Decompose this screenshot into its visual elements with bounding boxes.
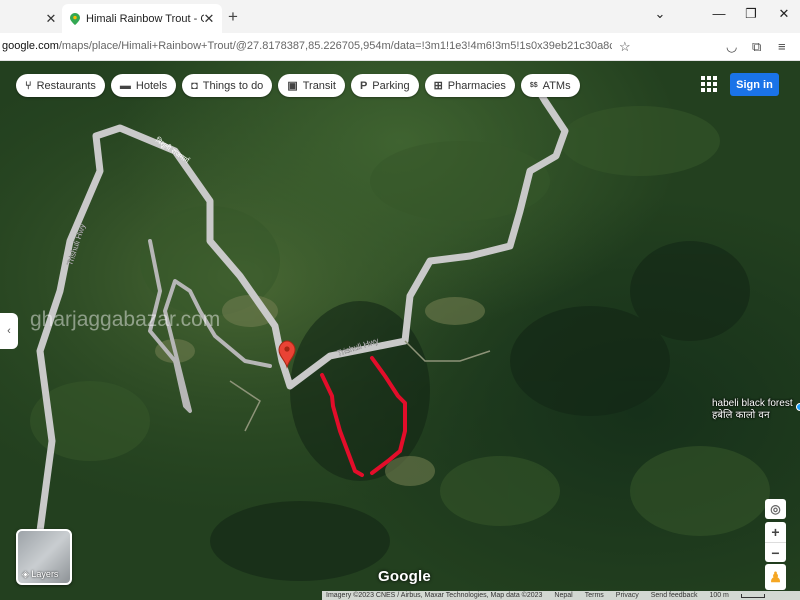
bus-icon: ▣ xyxy=(287,80,298,92)
satellite-imagery[interactable]: Trishuli Hwy त्रिशूली राजमार्ग Trishuli … xyxy=(0,61,800,600)
pocket-icon[interactable]: ◡ xyxy=(726,39,737,55)
url-host: google.com xyxy=(2,40,59,52)
address-bar[interactable]: google.com/maps/place/Himali+Rainbow+Tro… xyxy=(0,33,800,61)
google-maps-favicon-icon xyxy=(70,12,80,25)
google-apps-icon[interactable] xyxy=(701,76,717,92)
browser-tab-previous[interactable]: ✕ xyxy=(0,4,62,33)
chip-atms[interactable]: $$ ATMs xyxy=(520,74,580,97)
privacy-link[interactable]: Privacy xyxy=(616,592,639,599)
browser-tab-bar: ✕ Himali Rainbow Trout - Google Maps ✕ +… xyxy=(0,0,800,33)
scale-bar xyxy=(740,593,765,598)
poi-label[interactable]: habeli black forest हबेलि कालो वन xyxy=(712,398,800,422)
url-text[interactable]: google.com/maps/place/Himali+Rainbow+Tro… xyxy=(2,40,612,52)
atm-icon: $$ xyxy=(529,82,538,89)
minimize-button[interactable]: — xyxy=(709,6,729,21)
poi-name-english: habeli black forest xyxy=(712,398,793,409)
tab-title: Himali Rainbow Trout - Google Maps xyxy=(86,12,204,25)
fork-knife-icon: ⑂ xyxy=(25,79,32,92)
collapse-panel-button[interactable]: ‹ xyxy=(0,313,18,349)
chip-restaurants[interactable]: ⑂ Restaurants xyxy=(16,74,105,97)
imagery-attribution: Imagery ©2023 CNES / Airbus, Maxar Techn… xyxy=(326,592,543,599)
layers-label: ◈ Layers xyxy=(22,569,59,579)
chip-things-to-do[interactable]: ◘ Things to do xyxy=(182,74,273,97)
sign-in-button[interactable]: Sign in xyxy=(730,73,779,96)
watermark-text: gharjaggabazar.com xyxy=(30,308,220,331)
my-location-icon[interactable]: ◎ xyxy=(765,499,786,519)
restore-button[interactable]: ❐ xyxy=(741,6,761,22)
country-link[interactable]: Nepal xyxy=(554,592,572,599)
pegman-icon[interactable]: ♟ xyxy=(765,564,786,590)
parking-icon: P xyxy=(359,79,368,92)
browser-tab-active[interactable]: Himali Rainbow Trout - Google Maps ✕ xyxy=(62,4,222,33)
map-footer: Imagery ©2023 CNES / Airbus, Maxar Techn… xyxy=(322,591,800,600)
window-close-button[interactable]: ✕ xyxy=(774,6,794,22)
close-tab-icon[interactable]: ✕ xyxy=(202,11,216,27)
scale-label[interactable]: 100 m xyxy=(709,592,728,599)
chip-hotels[interactable]: ▬ Hotels xyxy=(110,74,177,97)
close-tab-icon[interactable]: ✕ xyxy=(44,11,58,27)
tab-list-dropdown-icon[interactable]: ⌄ xyxy=(650,6,670,22)
bookmark-star-icon[interactable]: ☆ xyxy=(619,39,631,55)
bed-icon: ▬ xyxy=(119,79,131,92)
poi-marker-icon[interactable] xyxy=(796,403,800,411)
terms-link[interactable]: Terms xyxy=(585,592,604,599)
layers-button[interactable]: ◈ Layers xyxy=(16,529,72,585)
pharmacy-icon: ⊞ xyxy=(433,80,443,92)
zoom-in-button[interactable]: + xyxy=(765,522,786,542)
chip-parking[interactable]: P Parking xyxy=(350,74,419,97)
category-chips: ⑂ Restaurants ▬ Hotels ◘ Things to do ▣ Tran… xyxy=(16,74,580,97)
menu-icon[interactable]: ≡ xyxy=(778,39,786,54)
url-path: /maps/place/Himali+Rainbow+Trout/@27.817… xyxy=(58,40,612,52)
poi-name-nepali: हबेलि कालो वन xyxy=(712,410,770,421)
extensions-icon[interactable]: ⧉ xyxy=(752,39,761,55)
chip-transit[interactable]: ▣ Transit xyxy=(278,74,345,97)
send-feedback-link[interactable]: Send feedback xyxy=(651,592,698,599)
new-tab-button[interactable]: + xyxy=(228,7,238,27)
zoom-out-button[interactable]: − xyxy=(765,542,786,562)
camera-icon: ◘ xyxy=(191,79,198,92)
chip-pharmacies[interactable]: ⊞ Pharmacies xyxy=(424,74,515,97)
google-logo: Google xyxy=(378,568,431,585)
map-canvas[interactable]: Trishuli Hwy त्रिशूली राजमार्ग Trishuli … xyxy=(0,61,800,600)
